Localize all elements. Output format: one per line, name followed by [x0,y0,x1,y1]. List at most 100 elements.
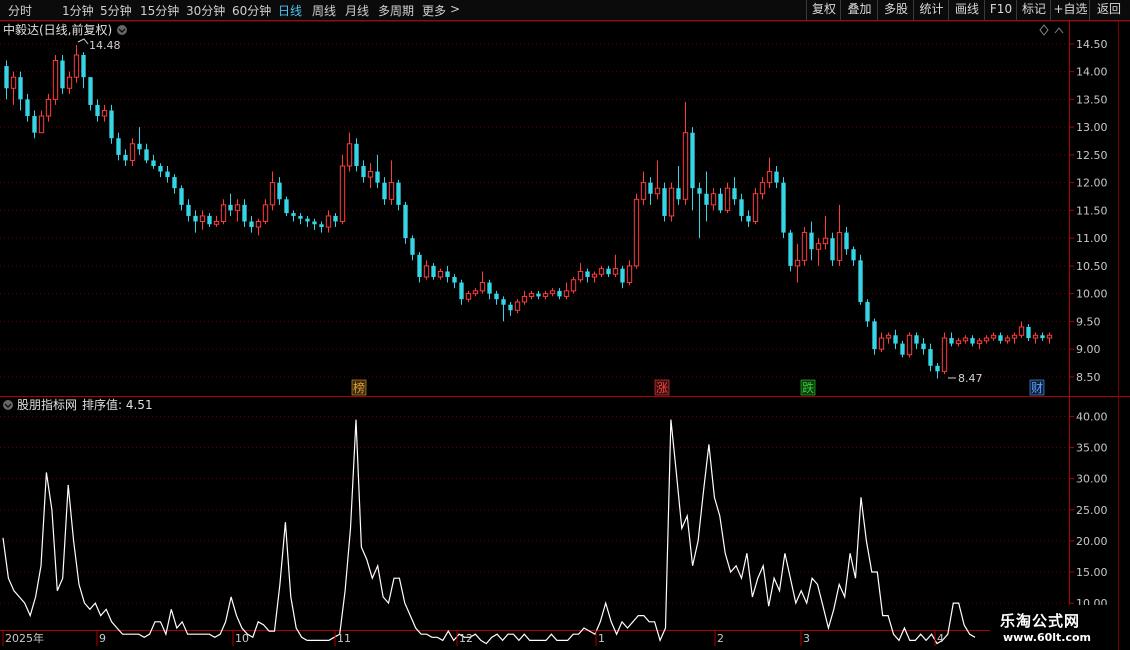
chevron-up-icon[interactable] [1054,27,1064,34]
candle-body-down [459,282,464,300]
candle-body-down [375,171,380,183]
candle-body-down [291,213,296,216]
candle-body-down [508,304,513,311]
price-tick-label: 8.50 [1076,371,1101,384]
candle-body-down [949,338,954,344]
candle-body-up [269,182,276,206]
candle-body-up [752,193,759,222]
candle-body-up [612,268,619,275]
candle-body-up [339,165,346,222]
candle-body-down [893,335,898,344]
candle-body-up [38,115,45,134]
candle-body-down [32,116,37,133]
candle-body-down [697,188,702,194]
x-tick-label: 9 [99,632,106,645]
candle-body-up [514,301,521,311]
watermark-url: www.60lt.com [1003,631,1092,644]
x-tick-label: 2 [717,632,724,645]
candle-body-down [781,182,786,233]
candle-body-down [844,232,849,250]
indicator-tick-label: 20.00 [1076,535,1108,548]
candle-body-down [165,171,170,178]
candle-body-down [606,268,611,275]
diamond-icon[interactable] [1039,24,1049,36]
event-marker-label: 跌 [802,380,814,395]
candle-body-down [354,143,359,166]
candle-body-up [1004,337,1011,342]
candle-body-down [704,193,709,205]
candle-body-down [732,188,737,200]
candle-body-up [598,268,605,275]
candle-body-down [746,215,751,222]
candle-body-up [528,293,535,297]
candle-body-down [312,221,317,225]
candle-body-down [774,171,779,183]
candle-body-down [452,276,457,283]
candle-body-down [1026,326,1031,339]
indicator-tick-label: 15.00 [1076,566,1108,579]
candle-body-up [976,340,983,345]
candle-body-down [788,232,793,266]
indicator-series [2,419,976,645]
candle-body-down [648,182,653,194]
event-marker-label: 涨 [656,380,668,395]
candle-body-up [836,232,843,261]
indicator-value: 排序值: 4.51 [82,397,153,412]
candle-body-up [766,171,773,184]
candle-body-up [885,334,892,339]
low-price-label: 8.47 [958,372,983,385]
candle-body-up [213,220,220,225]
candle-body-down [123,154,128,161]
candle-body-up [563,290,570,297]
candle-body-up [724,187,731,211]
price-tick-label: 13.50 [1076,93,1108,106]
candle-body-up [220,204,227,222]
price-tick-label: 14.50 [1076,38,1108,51]
indicator-menu-button[interactable] [3,400,13,410]
candle-body-up [423,265,430,278]
price-grid [0,43,1068,378]
candle-body-down [193,215,198,222]
indicator-y-axis: 40.0035.0030.0025.0020.0015.0010.00 [1069,410,1108,610]
indicator-tick-label: 40.00 [1076,410,1108,423]
candle-body-down [277,182,282,200]
indicator-line [2,419,976,645]
candle-body-up [346,143,353,167]
candle-body-down [137,143,142,150]
candle-body-down [284,199,289,214]
candle-body-down [662,188,667,216]
candle-body-down [970,338,975,344]
candle-body-up [1046,334,1053,339]
price-tick-label: 9.00 [1076,343,1101,356]
candle-body-down [207,215,212,225]
candle-body-down [998,335,1003,341]
candle-body-down [536,293,541,297]
indicator-tick-label: 25.00 [1076,504,1108,517]
candle-body-up [437,270,444,278]
candle-body-down [305,218,310,222]
candle-body-up [521,295,528,303]
candlestick-series [4,44,1053,379]
candle-body-down [151,160,156,166]
candle-body-up [710,193,717,206]
candle-body-up [962,337,969,342]
candle-body-down [739,199,744,216]
candle-body-up [262,204,269,222]
candle-body-down [830,238,835,261]
x-tick-label: 4 [937,632,944,645]
event-marker-label: 榜 [353,380,365,395]
price-tick-label: 11.50 [1076,204,1108,217]
price-tick-label: 12.00 [1076,177,1108,190]
candle-body-up [542,293,549,297]
candle-body-up [73,54,80,78]
chart-canvas: 14.50 14.00 13.50 13.00 12.50 12.00 11.50 11.00… [0,20,1130,650]
candle-body-down [88,77,93,105]
candle-body-up [52,60,59,100]
candle-body-down [179,188,184,205]
candle-body-up [983,337,990,342]
candle-body-up [1011,334,1018,339]
candle-body-up [668,187,675,217]
price-tick-label: 10.50 [1076,260,1108,273]
candle-body-down [620,268,625,283]
title-menu-button[interactable] [117,25,127,35]
